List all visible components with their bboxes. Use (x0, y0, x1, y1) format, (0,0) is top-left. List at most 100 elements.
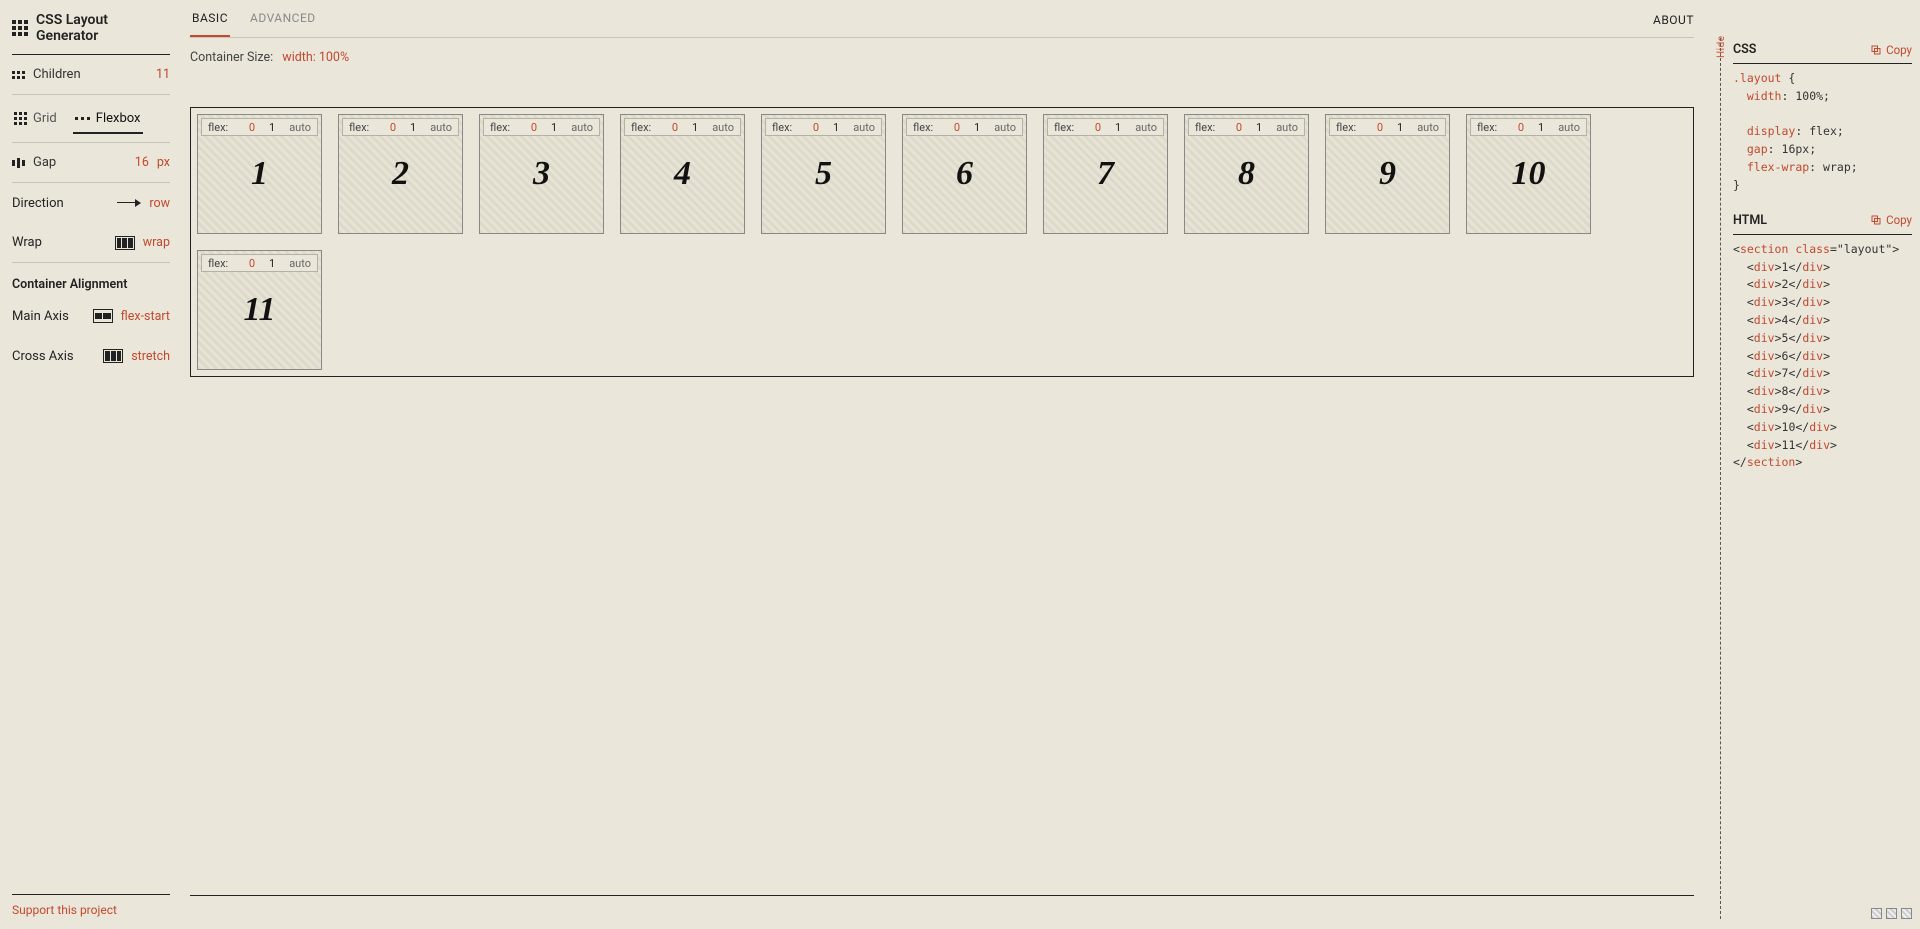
cell-flex-shrink[interactable]: 1 (269, 121, 275, 134)
html-code-block[interactable]: <section class="layout"> <div>1</div> <d… (1733, 235, 1912, 473)
cross-axis-control[interactable]: Cross Axis stretch (12, 336, 170, 376)
gap-control[interactable]: Gap 16 px (12, 143, 170, 183)
cell-flex-basis[interactable]: auto (571, 121, 593, 134)
cell-flex-basis[interactable]: auto (1417, 121, 1439, 134)
wrap-control[interactable]: Wrap wrap (12, 223, 170, 263)
cell-flex-control[interactable]: flex:01auto (906, 118, 1023, 136)
theme-swatch[interactable] (1886, 908, 1897, 919)
css-code-block[interactable]: .layout { width: 100%; display: flex; ga… (1733, 64, 1912, 195)
layout-cell[interactable]: flex:01auto8 (1184, 114, 1309, 234)
cell-flex-control[interactable]: flex: 0 1 auto (1047, 118, 1164, 136)
layout-cell[interactable]: flex: 0 1 auto 11 (197, 250, 322, 370)
cell-flex-basis[interactable]: auto (289, 121, 311, 134)
cell-flex-control[interactable]: flex:01auto (342, 118, 459, 136)
container-size-value[interactable]: width: 100% (282, 50, 349, 65)
cell-flex-label: flex: (208, 257, 228, 270)
main-axis-control[interactable]: Main Axis flex-start (12, 296, 170, 336)
tab-basic[interactable]: BASIC (190, 11, 230, 37)
cell-flex-basis[interactable]: auto (712, 121, 734, 134)
cell-flex-grow[interactable]: 0 (390, 121, 396, 134)
hide-panel-button[interactable]: Hide (1716, 35, 1727, 58)
css-header: CSS Copy (1733, 38, 1912, 64)
layout-cell[interactable]: flex:01auto5 (761, 114, 886, 234)
cell-flex-grow[interactable]: 0 (1518, 121, 1524, 134)
cell-flex-shrink[interactable]: 1 (1538, 121, 1544, 134)
layout-cell[interactable]: flex:01auto1 (197, 114, 322, 234)
tab-grid[interactable]: Grid (12, 105, 59, 134)
layout-cell[interactable]: flex:01auto6 (902, 114, 1027, 234)
layout-cell[interactable]: flex:01auto10 (1466, 114, 1591, 234)
direction-control[interactable]: Direction row (12, 183, 170, 223)
cell-flex-basis[interactable]: auto (430, 121, 452, 134)
cell-flex-label: flex: (1054, 121, 1074, 134)
tab-flexbox[interactable]: Flexbox (73, 105, 143, 134)
cell-flex-basis[interactable]: auto (289, 257, 311, 270)
cell-flex-shrink[interactable]: 1 (1115, 121, 1121, 134)
wrap-value[interactable]: wrap (143, 235, 170, 250)
gap-value[interactable]: 16 (135, 155, 149, 170)
cell-flex-control[interactable]: flex: 0 1 auto (765, 118, 882, 136)
cell-flex-basis[interactable]: auto (1135, 121, 1157, 134)
children-control[interactable]: Children 11 (12, 55, 170, 95)
cell-flex-grow[interactable]: 0 (1095, 121, 1101, 134)
layout-cell[interactable]: flex:01auto3 (479, 114, 604, 234)
cell-flex-shrink[interactable]: 1 (551, 121, 557, 134)
cell-flex-shrink[interactable]: 1 (692, 121, 698, 134)
theme-swatch[interactable] (1871, 908, 1882, 919)
layout-cell[interactable]: flex:01auto9 (1325, 114, 1450, 234)
arrow-right-icon (117, 198, 141, 208)
layout-cell[interactable]: flex:01auto7 (1043, 114, 1168, 234)
app-title-row: CSS Layout Generator (12, 12, 170, 55)
about-link[interactable]: ABOUT (1653, 13, 1694, 37)
cross-axis-value[interactable]: stretch (131, 349, 170, 364)
cell-flex-shrink[interactable]: 1 (974, 121, 980, 134)
cell-flex-grow[interactable]: 0 (672, 121, 678, 134)
layout-canvas[interactable]: flex:01auto1flex:01auto2flex:01auto3flex… (190, 107, 1694, 377)
cell-flex-grow[interactable]: 0 (813, 121, 819, 134)
cell-flex-shrink[interactable]: 1 (269, 257, 275, 270)
cell-flex-control[interactable]: flex:01auto (1329, 118, 1446, 136)
copy-html-label: Copy (1886, 213, 1912, 227)
copy-css-button[interactable]: Copy (1870, 43, 1912, 57)
copy-html-button[interactable]: Copy (1870, 213, 1912, 227)
flexbox-icon (75, 117, 90, 120)
wrap-label: Wrap (12, 235, 42, 250)
cell-flex-control[interactable]: flex:01auto (201, 118, 318, 136)
gap-unit[interactable]: px (157, 155, 170, 170)
wrap-icon (115, 236, 135, 250)
children-count[interactable]: 11 (156, 67, 170, 82)
cell-flex-shrink[interactable]: 1 (1256, 121, 1262, 134)
html-title: HTML (1733, 213, 1767, 228)
cell-flex-grow[interactable]: 0 (249, 257, 255, 270)
cell-flex-grow[interactable]: 0 (249, 121, 255, 134)
cell-flex-basis[interactable]: auto (853, 121, 875, 134)
tab-advanced[interactable]: ADVANCED (248, 11, 318, 37)
cell-flex-grow[interactable]: 0 (954, 121, 960, 134)
theme-swatch[interactable] (1901, 908, 1912, 919)
html-header: HTML Copy (1733, 209, 1912, 235)
cell-flex-control[interactable]: flex:01auto (483, 118, 600, 136)
direction-value[interactable]: row (149, 196, 170, 211)
cell-flex-shrink[interactable]: 1 (833, 121, 839, 134)
children-label: Children (33, 67, 81, 82)
cell-flex-basis[interactable]: auto (994, 121, 1016, 134)
cell-flex-grow[interactable]: 0 (1377, 121, 1383, 134)
cell-flex-grow[interactable]: 0 (531, 121, 537, 134)
layout-cell[interactable]: flex:01auto2 (338, 114, 463, 234)
support-link[interactable]: Support this project (12, 894, 170, 929)
cell-flex-control[interactable]: flex:01auto (624, 118, 741, 136)
cell-flex-grow[interactable]: 0 (1236, 121, 1242, 134)
layout-cell[interactable]: flex:01auto4 (620, 114, 745, 234)
cell-flex-label: flex: (772, 121, 792, 134)
main-axis-value[interactable]: flex-start (121, 309, 170, 324)
cell-flex-control[interactable]: flex:01auto (1188, 118, 1305, 136)
cell-flex-shrink[interactable]: 1 (1397, 121, 1403, 134)
grid-icon (14, 112, 27, 125)
cell-number: 6 (956, 155, 973, 193)
cell-flex-basis[interactable]: auto (1558, 121, 1580, 134)
cell-flex-control[interactable]: flex: 0 1 auto (201, 254, 318, 272)
cell-number: 11 (243, 291, 275, 329)
cell-flex-control[interactable]: flex:01auto (1470, 118, 1587, 136)
cell-flex-basis[interactable]: auto (1276, 121, 1298, 134)
cell-flex-shrink[interactable]: 1 (410, 121, 416, 134)
